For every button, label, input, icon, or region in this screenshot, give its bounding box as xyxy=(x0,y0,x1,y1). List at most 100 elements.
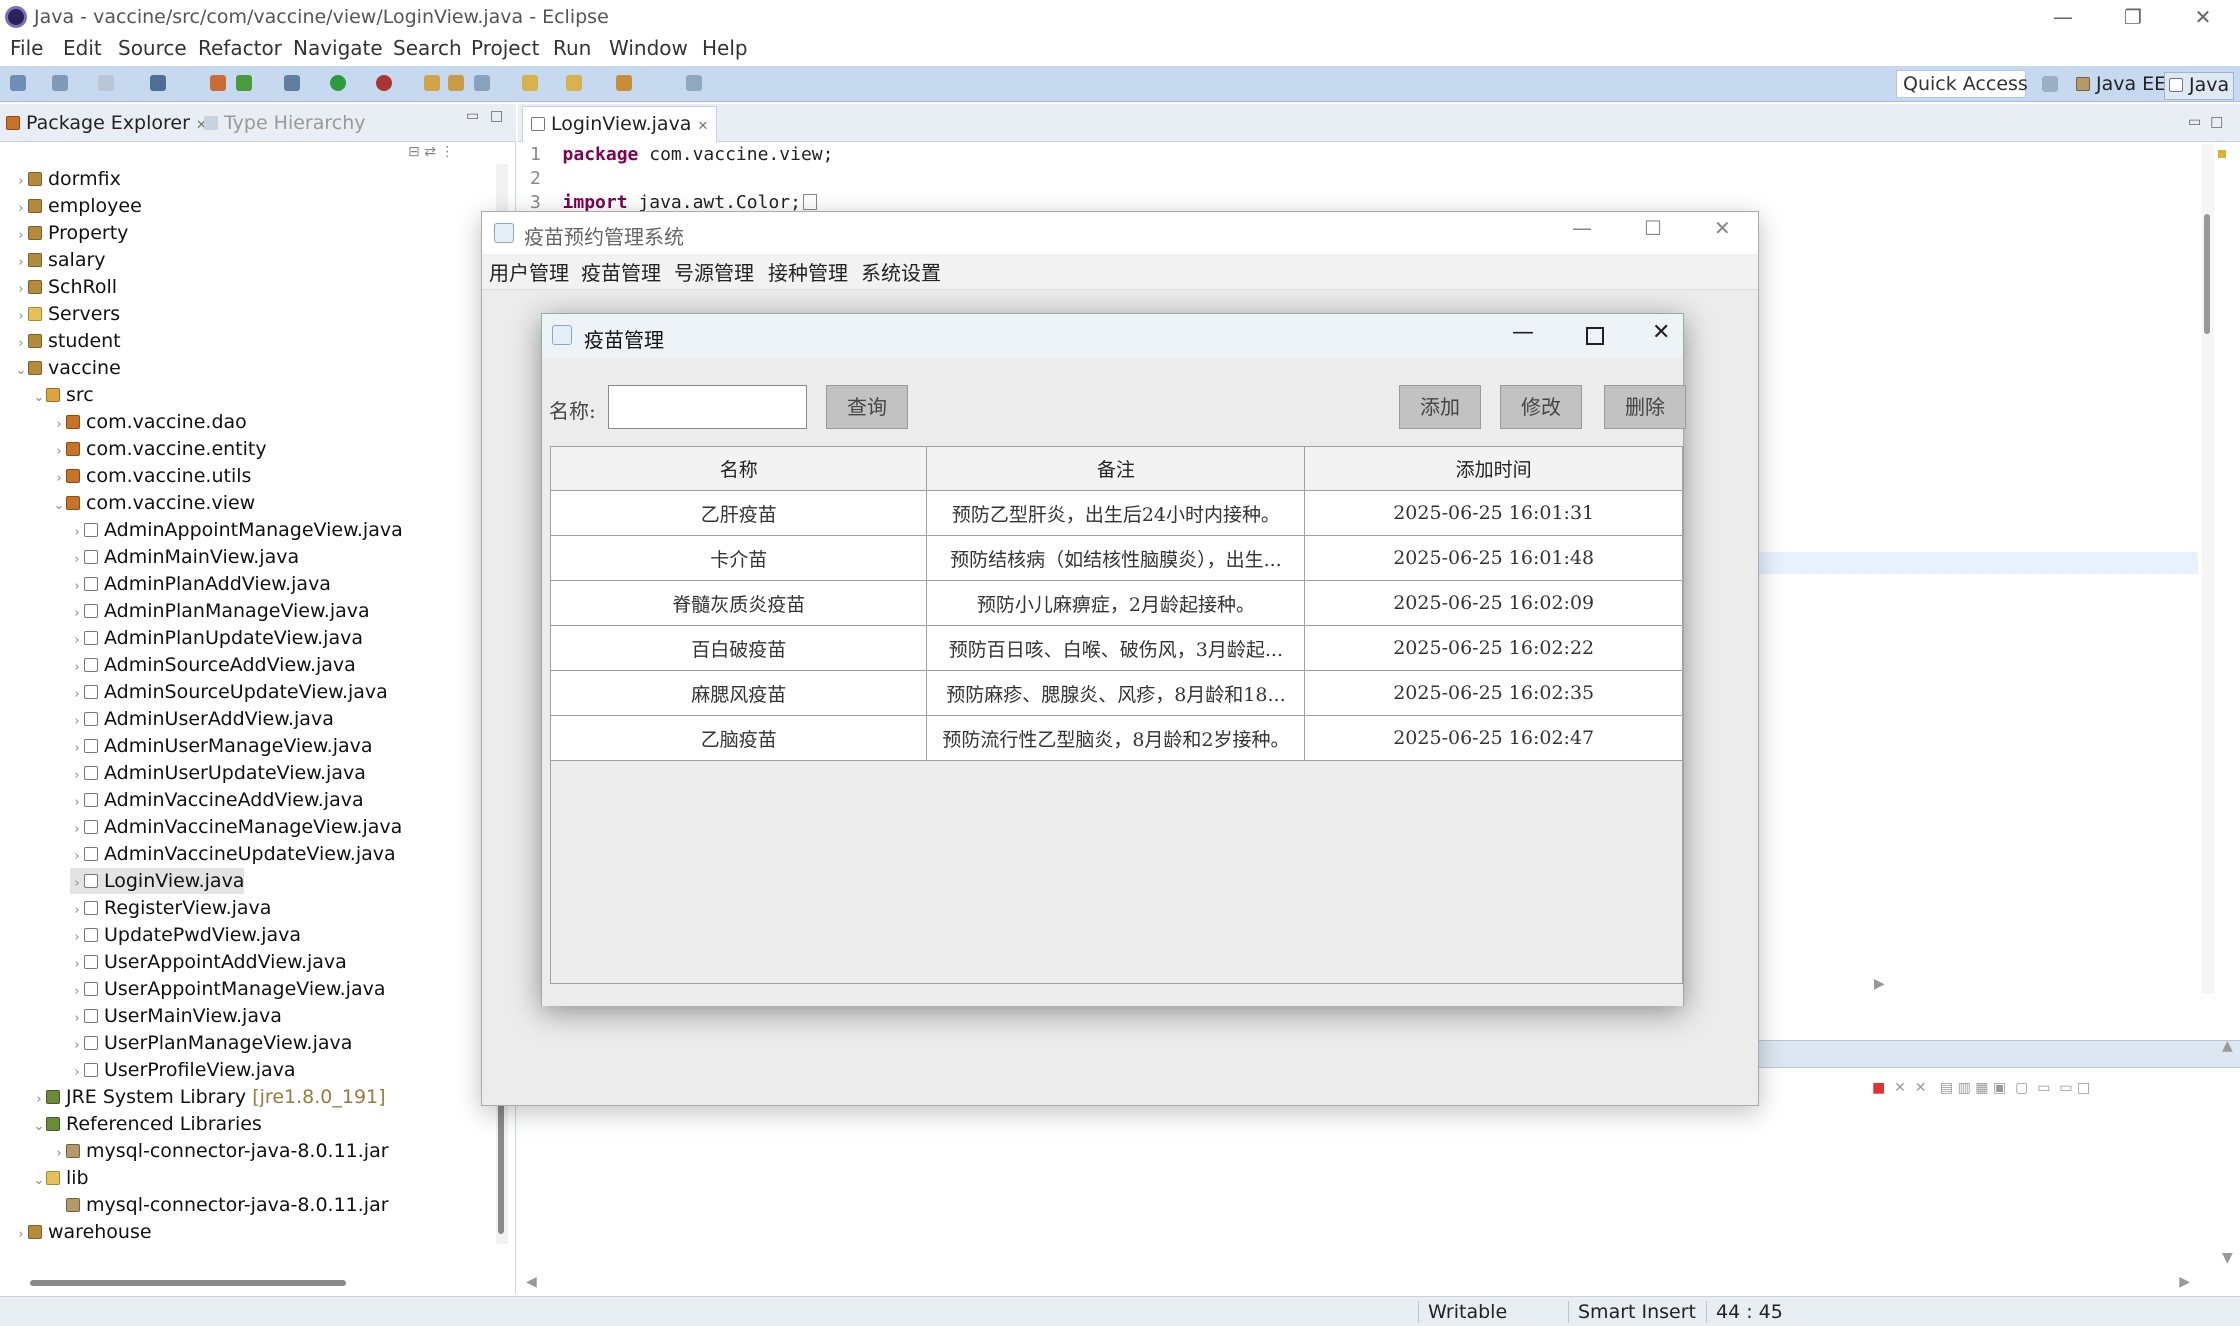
code-line-2[interactable]: 2 xyxy=(530,168,541,189)
view-menu-icon[interactable]: ⋮ xyxy=(440,144,454,160)
cell-added-time[interactable]: 2025-06-25 16:01:48 xyxy=(1304,535,1683,581)
tree-item[interactable]: › AdminUserAddView.java xyxy=(70,706,333,732)
tree-item[interactable]: › com.vaccine.entity xyxy=(52,436,266,462)
show-console-icon[interactable]: ▣ xyxy=(1993,1080,2006,1096)
tree-item[interactable]: › salary xyxy=(14,247,105,276)
chevron-right-icon[interactable]: › xyxy=(70,844,84,870)
tree-item[interactable]: › JRE System Library [jre1.8.0_191] xyxy=(32,1084,385,1110)
save-icon[interactable] xyxy=(98,75,114,91)
tree-horizontal-scrollbar[interactable] xyxy=(30,1280,346,1286)
minimize-view-icon[interactable]: ▭ xyxy=(466,108,479,124)
refresh-icon[interactable] xyxy=(236,75,252,91)
menu-navigate[interactable]: Navigate xyxy=(293,36,383,60)
add-button[interactable]: 添加 xyxy=(1399,385,1481,429)
terminate-icon[interactable]: ■ xyxy=(1872,1080,1885,1096)
tree-item[interactable]: › AdminVaccineUpdateView.java xyxy=(70,841,395,870)
cell-name[interactable]: 百白破疫苗 xyxy=(549,625,928,671)
cell-name[interactable]: 乙肝疫苗 xyxy=(549,490,928,536)
tree-item[interactable]: › AdminPlanAddView.java xyxy=(70,571,331,597)
chevron-right-icon[interactable]: › xyxy=(52,412,66,438)
chevron-right-icon[interactable]: › xyxy=(14,250,28,276)
quick-access-field[interactable]: Quick Access xyxy=(1896,70,2028,98)
tree-item[interactable]: › AdminSourceUpdateView.java xyxy=(70,679,387,705)
table-row[interactable]: 乙脑疫苗 预防流行性乙型脑炎，8月龄和2岁接种。 2025-06-25 16:02:… xyxy=(549,715,1683,761)
chevron-right-icon[interactable]: › xyxy=(70,898,84,924)
bottom-hscroll-arrow-icon[interactable]: ▶ xyxy=(1870,1274,2190,1290)
collapse-all-icon[interactable]: ⊟ xyxy=(408,144,420,160)
tree-item[interactable]: › AdminSourceAddView.java xyxy=(70,652,355,678)
chevron-right-icon[interactable]: › xyxy=(14,169,28,195)
tree-item[interactable]: › UserAppointManageView.java xyxy=(70,976,385,1002)
tree-item[interactable]: › UserAppointAddView.java xyxy=(70,949,346,978)
chevron-right-icon[interactable]: › xyxy=(70,871,84,897)
restore-icon[interactable]: ❐ xyxy=(2108,2,2158,32)
tree-item[interactable]: › mysql-connector-java-8.0.11.jar xyxy=(52,1138,388,1164)
menu-search[interactable]: Search xyxy=(393,36,462,60)
tree-item[interactable]: › dormfix xyxy=(14,166,121,192)
chevron-right-icon[interactable]: › xyxy=(70,1006,84,1032)
code-line-1[interactable]: 1 package com.vaccine.view; xyxy=(530,144,833,165)
chevron-right-icon[interactable]: › xyxy=(14,277,28,303)
tree-item[interactable]: › RegisterView.java xyxy=(70,895,271,921)
dialog-maximize-icon[interactable] xyxy=(1586,327,1604,345)
chevron-right-icon[interactable]: › xyxy=(14,196,28,222)
tree-item[interactable]: › LoginView.java xyxy=(70,868,245,897)
chevron-right-icon[interactable]: › xyxy=(70,979,84,1005)
delete-button[interactable]: 删除 xyxy=(1604,385,1686,429)
code-line-3[interactable]: 3 import java.awt.Color; xyxy=(530,192,817,213)
menu-run[interactable]: Run xyxy=(553,36,591,60)
chevron-right-icon[interactable]: › xyxy=(70,736,84,762)
tab-loginview[interactable]: LoginView.java ✕ xyxy=(522,106,718,142)
cell-name[interactable]: 麻腮风疫苗 xyxy=(549,670,928,716)
menu-file[interactable]: File xyxy=(10,36,43,60)
settings-icon[interactable] xyxy=(284,75,300,91)
chevron-right-icon[interactable]: › xyxy=(70,574,84,600)
chevron-right-icon[interactable]: › xyxy=(70,763,84,789)
editor-maximize-icon[interactable]: □ xyxy=(2210,114,2223,130)
cell-added-time[interactable]: 2025-06-25 16:02:22 xyxy=(1304,625,1683,671)
hscroll-right-icon[interactable]: ▶ xyxy=(1874,976,1885,992)
tree-item[interactable]: ⌄ com.vaccine.view xyxy=(52,490,256,516)
server-icon[interactable] xyxy=(210,75,226,91)
forward-icon[interactable] xyxy=(686,75,702,91)
name-search-input[interactable] xyxy=(608,385,807,429)
tree-item[interactable]: › student xyxy=(14,328,120,357)
pin-console-icon[interactable]: ▢ xyxy=(2015,1080,2028,1096)
annotation-icon[interactable] xyxy=(522,75,538,91)
debug-icon[interactable] xyxy=(376,75,392,91)
cell-name[interactable]: 乙脑疫苗 xyxy=(549,715,928,761)
editor-scrollbar[interactable] xyxy=(2202,144,2214,994)
menu-system-settings[interactable]: 系统设置 xyxy=(861,257,941,286)
tree-item[interactable]: › UpdatePwdView.java xyxy=(70,922,301,948)
tab-close-icon[interactable]: ✕ xyxy=(698,119,709,134)
tree-item[interactable]: ⌄ src xyxy=(32,382,94,408)
main-frame-minimize-icon[interactable]: — xyxy=(1572,216,1592,240)
main-frame-close-icon[interactable]: ✕ xyxy=(1714,216,1731,240)
chevron-right-icon[interactable]: › xyxy=(52,466,66,492)
chevron-right-icon[interactable]: › xyxy=(14,331,28,357)
cell-remark[interactable]: 预防麻疹、腮腺炎、风疹，8月龄和18... xyxy=(926,670,1306,716)
tree-item[interactable]: › warehouse xyxy=(14,1219,151,1245)
tree-item[interactable]: › UserProfileView.java xyxy=(70,1057,295,1083)
tree-item[interactable]: › AdminVaccineManageView.java xyxy=(70,814,402,840)
menu-refactor[interactable]: Refactor xyxy=(198,36,282,60)
console-maximize-icon[interactable]: □ xyxy=(2077,1080,2090,1096)
open-folder-icon[interactable] xyxy=(424,75,440,91)
console-display-icon[interactable]: ▤ xyxy=(1940,1080,1953,1096)
chevron-right-icon[interactable]: › xyxy=(70,628,84,654)
menu-project[interactable]: Project xyxy=(471,36,539,60)
open-icon[interactable] xyxy=(52,75,68,91)
tree-item[interactable]: › UserPlanManageView.java xyxy=(70,1030,352,1056)
menu-window[interactable]: Window xyxy=(609,36,688,60)
tree-item[interactable]: › com.vaccine.dao xyxy=(52,409,246,438)
cell-added-time[interactable]: 2025-06-25 16:01:31 xyxy=(1304,490,1683,536)
console-icon[interactable] xyxy=(150,75,166,91)
new-icon[interactable] xyxy=(10,75,26,91)
dialog-minimize-icon[interactable]: — xyxy=(1512,320,1534,345)
tree-item[interactable]: ⌄ vaccine xyxy=(14,355,121,381)
tab-type-hierarchy[interactable]: Type Hierarchy xyxy=(204,112,366,134)
chevron-right-icon[interactable]: › xyxy=(70,925,84,951)
word-wrap-icon[interactable]: ▦ xyxy=(1975,1080,1988,1096)
chevron-down-icon[interactable]: ⌄ xyxy=(32,385,46,411)
chevron-right-icon[interactable]: › xyxy=(70,952,84,978)
